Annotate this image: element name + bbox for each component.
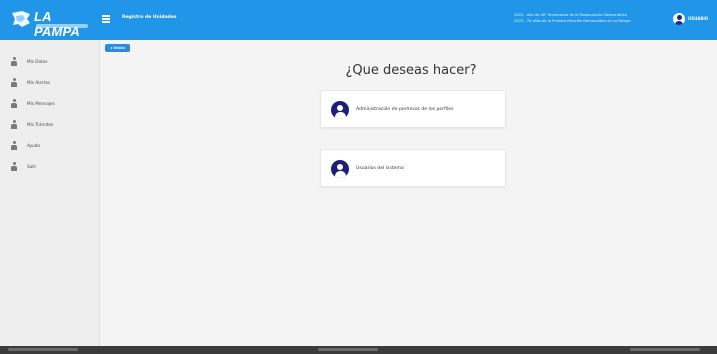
announcement-text: 2023 - Año de 40° Aniversario de la Rest…	[514, 12, 631, 24]
logo-subtitle-bar	[36, 24, 88, 28]
user-icon	[11, 162, 17, 171]
sidebar-item-mis-mensajes[interactable]: Mis Mensajes	[0, 97, 100, 111]
sidebar-item-mis-datos[interactable]: Mis Datos	[0, 55, 100, 69]
sidebar-item-label: Salir	[27, 164, 37, 169]
footer	[0, 346, 717, 354]
card-label: Administración de permisos de los perfil…	[356, 107, 454, 112]
home-button[interactable]: ◂ Inicio	[105, 44, 130, 52]
sidebar-item-label: Ayuda	[27, 143, 40, 148]
user-avatar[interactable]	[673, 13, 685, 25]
user-icon	[11, 120, 17, 129]
user-icon	[11, 78, 17, 87]
card-label: Usuarios del sistema	[356, 166, 404, 171]
sidebar: Mis Datos Mis Alertas Mis Mensajes Mis T…	[0, 40, 100, 346]
menu-toggle-icon[interactable]	[102, 15, 110, 23]
sidebar-item-salir[interactable]: Salir	[0, 160, 100, 174]
logo-mark-icon	[12, 11, 30, 27]
user-icon	[11, 57, 17, 66]
page-title: ¿Que deseas hacer?	[345, 63, 477, 78]
sidebar-item-label: Mis Alertas	[27, 80, 51, 85]
sidebar-item-label: Mis Trámites	[27, 122, 54, 127]
announcement-line-2: 2023 - 70 años de la Primera Elección De…	[514, 19, 631, 23]
user-circle-icon	[331, 101, 349, 119]
user-name[interactable]: USUARIO	[688, 16, 708, 21]
user-circle-icon	[331, 160, 349, 178]
user-icon	[11, 99, 17, 108]
top-navbar: LA PAMPA Registro de Unidades 2023 - Año…	[0, 0, 717, 40]
sidebar-item-label: Mis Mensajes	[27, 101, 55, 106]
sidebar-item-ayuda[interactable]: Ayuda	[0, 139, 100, 153]
sidebar-item-mis-tramites[interactable]: Mis Trámites	[0, 118, 100, 132]
sidebar-item-label: Mis Datos	[27, 59, 48, 64]
logo[interactable]: LA PAMPA	[6, 7, 98, 39]
page-breadcrumb: Registro de Unidades	[122, 15, 177, 20]
user-icon	[11, 141, 17, 150]
profile-permissions-card[interactable]: Administración de permisos de los perfil…	[320, 90, 506, 128]
system-users-card[interactable]: Usuarios del sistema	[320, 149, 506, 187]
main-content: ◂ Inicio ¿Que deseas hacer? Administraci…	[101, 40, 717, 346]
sidebar-item-mis-alertas[interactable]: Mis Alertas	[0, 76, 100, 90]
